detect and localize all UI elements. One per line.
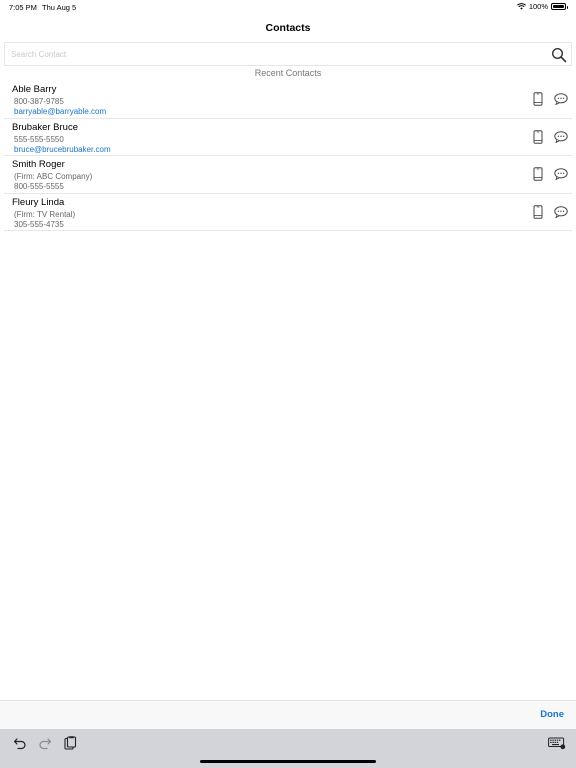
contact-email[interactable]: bruce@brucebrubaker.com xyxy=(14,145,111,154)
contact-phone: 800-555-5555 xyxy=(14,182,64,191)
message-bubble-icon[interactable] xyxy=(554,168,568,180)
contact-phone: 555-555-5550 xyxy=(14,134,64,144)
contact-name: Smith Roger xyxy=(12,159,65,170)
contact-name: Able Barry xyxy=(12,84,57,95)
home-indicator[interactable] xyxy=(200,760,376,763)
done-button[interactable]: Done xyxy=(540,709,564,720)
status-bar: 7:05 PM Thu Aug 5 100% xyxy=(0,0,576,14)
keyboard-icon[interactable] xyxy=(548,736,566,750)
message-bubble-icon[interactable] xyxy=(554,93,568,105)
contact-list: Able Barry 800-387-9785 barryable@barrya… xyxy=(4,81,572,231)
contact-row[interactable]: Brubaker Bruce 555-555-5550 bruce@bruceb… xyxy=(4,119,572,156)
battery-icon xyxy=(551,3,568,10)
page-title: Contacts xyxy=(265,22,311,34)
navigation-bar: Contacts xyxy=(0,14,576,42)
paste-icon[interactable] xyxy=(63,736,77,750)
mobile-phone-icon[interactable] xyxy=(532,129,544,144)
search-bar xyxy=(4,42,572,66)
wifi-icon xyxy=(516,3,526,10)
contact-row[interactable]: Smith Roger (Firm: ABC Company) 800-555-… xyxy=(4,156,572,194)
contact-phone: 800-387-9785 xyxy=(14,97,64,106)
mobile-phone-icon[interactable] xyxy=(532,167,544,181)
search-icon[interactable] xyxy=(551,47,567,63)
battery-percentage: 100% xyxy=(528,2,548,11)
mobile-phone-icon[interactable] xyxy=(532,204,544,219)
status-time: 7:05 PM xyxy=(9,3,37,12)
contact-row[interactable]: Able Barry 800-387-9785 barryable@barrya… xyxy=(4,81,572,119)
undo-icon[interactable] xyxy=(13,736,27,750)
mobile-phone-icon[interactable] xyxy=(532,92,544,106)
contact-firm: (Firm: TV Rental) xyxy=(14,209,76,219)
message-bubble-icon[interactable] xyxy=(554,205,568,218)
redo-icon[interactable] xyxy=(38,736,52,750)
contact-phone: 305-555-4735 xyxy=(14,219,64,229)
contact-email[interactable]: barryable@barryable.com xyxy=(14,107,106,116)
status-date: Thu Aug 5 xyxy=(42,3,77,12)
message-bubble-icon[interactable] xyxy=(554,130,568,143)
contact-name: Fleury Linda xyxy=(12,196,65,208)
contact-name: Brubaker Bruce xyxy=(12,121,79,133)
section-header-recent-contacts: Recent Contacts xyxy=(254,68,322,78)
keyboard-accessory-bar: Done xyxy=(0,700,576,729)
contact-firm: (Firm: ABC Company) xyxy=(14,172,93,181)
search-input[interactable] xyxy=(5,43,535,65)
status-indicators: 100% xyxy=(516,2,568,11)
contact-row[interactable]: Fleury Linda (Firm: TV Rental) 305-555-4… xyxy=(4,194,572,231)
